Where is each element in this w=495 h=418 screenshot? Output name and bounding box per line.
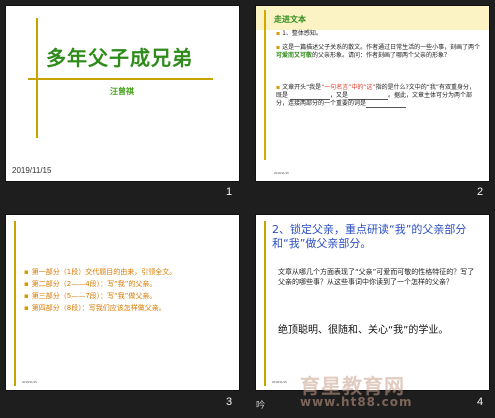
bullet-point-2: ▪ 这是一篇描述父子关系的散文。作者通过日常生活的一些小事，刻画了两个可爱而又可敬…	[276, 44, 481, 59]
watermark-url: www.ht88.com	[300, 395, 413, 409]
bullet-point-1: ▪ 1、整体感知。	[276, 30, 322, 37]
decorative-vertical-line	[14, 221, 16, 386]
slide-date: 2019/11/15	[272, 380, 287, 384]
bullet-icon: ▪	[276, 84, 281, 91]
slide-author: 汪曾祺	[110, 87, 134, 96]
slide-thumbnail-4[interactable]: 2、锁定父亲，重点研读“我”的父亲部分和“我”做父亲部分。 文章从哪几个方面表现…	[256, 215, 489, 390]
blank-line	[289, 93, 330, 100]
answer-text: 绝顶聪明、很随和、关心“我”的学业。	[278, 325, 449, 336]
slide-title: 多年父子成兄弟	[46, 46, 193, 70]
blank-line	[347, 93, 388, 100]
slide-number-1: 1	[226, 186, 233, 198]
decorative-vertical-line	[264, 10, 266, 160]
decorative-horizontal-line	[28, 78, 213, 80]
decorative-vertical-line	[264, 221, 266, 386]
section-label: 走进文本	[274, 15, 306, 24]
question-text: 文章从哪几个方面表现了“父亲”可爱而可敬的性格特征的？写了父亲的哪些事？从这些事…	[278, 268, 475, 286]
slide-number-4: 4	[477, 396, 484, 408]
slide-heading: 2、锁定父亲，重点研读“我”的父亲部分和“我”做父亲部分。	[272, 223, 467, 250]
slide-thumbnail-2[interactable]: 走进文本 ▪ 1、整体感知。 ▪ 这是一篇描述父子关系的散文。作者通过日常生活的一些…	[256, 6, 489, 181]
stray-text: 吟	[256, 401, 266, 411]
slide-number-2: 2	[477, 186, 484, 198]
bullet-icon: ▪	[276, 44, 281, 51]
bullet-point-3: ▪ 文章开头“我是“一句名言”中的“这”指的是什么?文中的“我”有双重身分，既是 …	[276, 84, 476, 108]
bullet-icon: ▪	[276, 30, 281, 37]
list-item: ▪ 第四部分（8段）：写我们应该怎样做父亲。	[24, 304, 166, 312]
list-item: ▪ 第二部分（2——4段）：写“我”的父亲。	[24, 280, 157, 288]
slide-date: 2019/11/15	[22, 380, 37, 384]
slide-thumbnail-1[interactable]: 多年父子成兄弟 汪曾祺 2019/11/15	[6, 6, 239, 181]
list-item: ▪ 第三部分（5——7段）：写“我”做父亲。	[24, 292, 157, 300]
slide-thumbnail-3[interactable]: ▪ 第一部分（1段）交代题目的由来，引领全文。 ▪ 第二部分（2——4段）：写“我”…	[6, 215, 239, 390]
bullet-icon: ▪	[24, 304, 29, 312]
bullet-icon: ▪	[24, 292, 29, 300]
bullet-icon: ▪	[24, 268, 29, 276]
list-item: ▪ 第一部分（1段）交代题目的由来，引领全文。	[24, 268, 177, 276]
slide-date: 2019/11/15	[12, 166, 52, 175]
slide-number-3: 3	[226, 396, 233, 408]
slide-date: 2019/11/15	[274, 171, 289, 175]
blank-line	[366, 101, 407, 108]
bullet-icon: ▪	[24, 280, 29, 288]
